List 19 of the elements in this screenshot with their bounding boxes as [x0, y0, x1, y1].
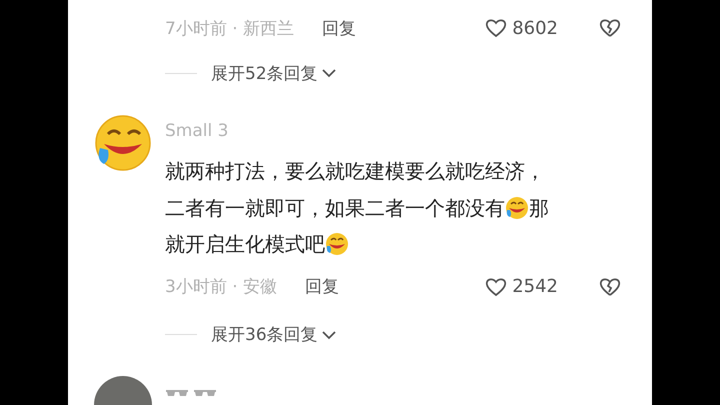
comment-text: 那 — [529, 194, 549, 222]
chevron-down-icon[interactable] — [322, 330, 336, 340]
expand-replies-link[interactable]: 展开36条回复 — [211, 323, 318, 346]
like-count: 8602 — [512, 18, 558, 38]
sunglasses-icon — [165, 388, 189, 398]
laughing-emoji-icon — [325, 232, 349, 256]
expand-replies-link[interactable]: 展开52条回复 — [211, 62, 318, 84]
chevron-down-icon[interactable] — [322, 68, 336, 78]
comment-text: 就开启生化模式吧 — [165, 231, 325, 258]
comment-text: 二者有一就即可，如果二者一个都没有 — [165, 194, 505, 222]
comment-time-location: 3小时前 · 安徽 — [165, 276, 278, 298]
laughing-emoji-avatar[interactable] — [94, 114, 152, 172]
reply-link[interactable]: 回复 — [322, 16, 356, 40]
like-count: 2542 — [512, 276, 558, 297]
reply-link[interactable]: 回复 — [305, 275, 340, 298]
sunglasses-icon — [193, 388, 217, 398]
comment-text: 就两种打法，要么就吃建模要么就吃经济， — [165, 158, 545, 185]
laughing-emoji-icon — [505, 196, 529, 220]
comment-time-location: 7小时前 · 新西兰 — [165, 18, 294, 40]
